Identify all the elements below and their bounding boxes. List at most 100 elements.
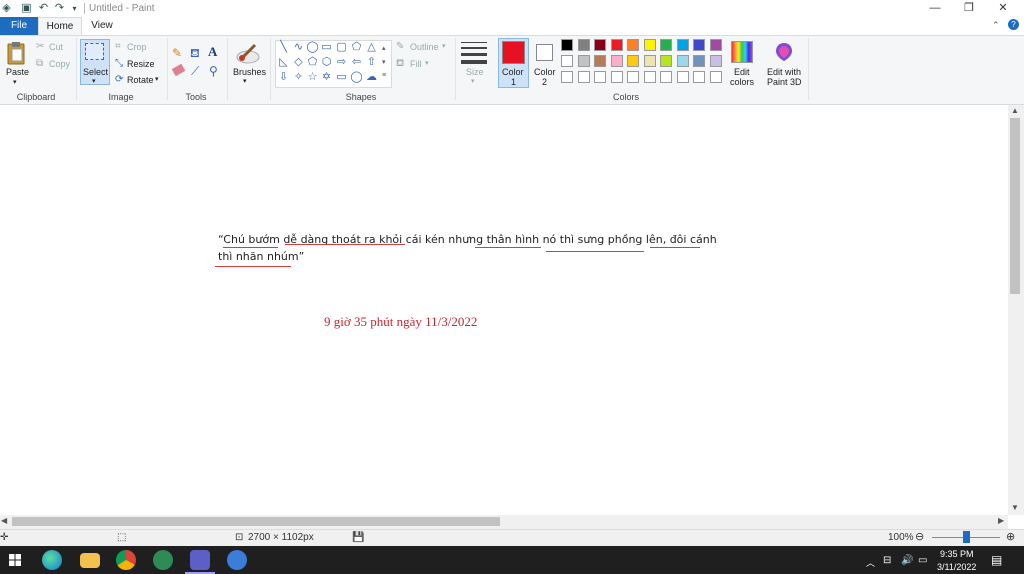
scroll-up-icon[interactable]: ▲ bbox=[1011, 106, 1019, 115]
palette-color-swatch[interactable] bbox=[561, 39, 573, 51]
paste-dropdown-icon[interactable]: ▾ bbox=[13, 78, 17, 86]
file-explorer-icon[interactable] bbox=[80, 553, 100, 568]
save-icon[interactable]: ▣ bbox=[20, 2, 33, 15]
redo-icon[interactable]: ↷ bbox=[53, 2, 66, 15]
palette-color-swatch[interactable] bbox=[643, 39, 656, 51]
shapes-expand-icon[interactable]: ≡ bbox=[382, 72, 386, 79]
edit-colors-label-2[interactable]: colors bbox=[730, 77, 754, 87]
rotate-button[interactable]: Rotate bbox=[127, 75, 154, 85]
paint-app-icon[interactable]: ◈ bbox=[0, 2, 13, 15]
down-arrow-shape-icon[interactable]: ⇩ bbox=[277, 71, 290, 84]
color2-swatch[interactable] bbox=[536, 44, 553, 61]
custom-color-slot[interactable] bbox=[627, 71, 639, 83]
custom-color-slot[interactable] bbox=[693, 71, 705, 83]
app-icon-green[interactable] bbox=[153, 550, 173, 570]
size-icon[interactable] bbox=[461, 42, 487, 64]
shapes-scroll-down-icon[interactable]: ▾ bbox=[382, 58, 386, 66]
palette-color-swatch[interactable] bbox=[577, 55, 590, 67]
taskbar-date[interactable]: 3/11/2022 bbox=[937, 562, 976, 572]
help-icon[interactable]: ? bbox=[1008, 19, 1019, 30]
vertical-scroll-thumb[interactable] bbox=[1010, 118, 1020, 294]
edit-paint3d-label-2[interactable]: Paint 3D bbox=[767, 77, 802, 87]
brushes-button[interactable]: Brushes bbox=[233, 67, 266, 77]
fill-bucket-icon[interactable]: ⛾ bbox=[190, 46, 200, 62]
palette-color-swatch[interactable] bbox=[709, 55, 722, 67]
taskbar-time[interactable]: 9:35 PM bbox=[940, 549, 974, 559]
pentagon-shape-icon[interactable]: ⬠ bbox=[306, 56, 319, 69]
copy-button[interactable]: Copy bbox=[49, 59, 70, 69]
pencil-icon[interactable]: ✎ bbox=[172, 46, 182, 60]
size-dropdown-icon[interactable]: ▾ bbox=[471, 77, 475, 85]
rounded-rectangle-shape-icon[interactable]: ▢ bbox=[335, 41, 348, 54]
up-arrow-shape-icon[interactable]: ⇧ bbox=[365, 56, 378, 69]
palette-color-swatch[interactable] bbox=[693, 39, 705, 51]
paint-taskbar-icon[interactable] bbox=[227, 550, 247, 570]
custom-color-slot[interactable] bbox=[660, 71, 672, 83]
five-point-star-shape-icon[interactable]: ☆ bbox=[306, 71, 319, 84]
palette-color-swatch[interactable] bbox=[660, 55, 672, 67]
six-point-star-shape-icon[interactable]: ✡ bbox=[320, 71, 333, 84]
custom-color-slot[interactable] bbox=[709, 71, 722, 83]
oval-shape-icon[interactable]: ◯ bbox=[306, 41, 319, 54]
scroll-right-icon[interactable]: ▶ bbox=[998, 516, 1004, 525]
color-picker-icon[interactable]: ⟋ bbox=[191, 64, 199, 79]
palette-color-swatch[interactable] bbox=[693, 55, 705, 67]
curve-shape-icon[interactable]: ∿ bbox=[292, 41, 305, 54]
scroll-down-icon[interactable]: ▼ bbox=[1011, 503, 1019, 512]
palette-color-swatch[interactable] bbox=[627, 55, 639, 67]
custom-color-slot[interactable] bbox=[610, 71, 623, 83]
custom-color-slot[interactable] bbox=[561, 71, 573, 83]
palette-color-swatch[interactable] bbox=[627, 39, 639, 51]
horizontal-scroll-thumb[interactable] bbox=[12, 517, 500, 526]
edge-browser-icon[interactable] bbox=[42, 550, 62, 570]
paint3d-icon[interactable] bbox=[774, 42, 794, 62]
callout-rect-shape-icon[interactable]: ▭ bbox=[335, 71, 348, 84]
outline-button[interactable]: Outline bbox=[410, 42, 439, 52]
palette-color-swatch[interactable] bbox=[610, 39, 623, 51]
collapse-ribbon-icon[interactable]: ⌃ bbox=[992, 20, 1000, 31]
left-arrow-shape-icon[interactable]: ⇦ bbox=[350, 56, 363, 69]
palette-color-swatch[interactable] bbox=[643, 55, 656, 67]
palette-color-swatch[interactable] bbox=[709, 39, 722, 51]
palette-color-swatch[interactable] bbox=[594, 39, 606, 51]
palette-color-swatch[interactable] bbox=[610, 55, 623, 67]
zoom-in-icon[interactable]: ⊕ bbox=[1006, 530, 1015, 543]
customize-quick-access-icon[interactable]: ▾ bbox=[68, 2, 81, 15]
select-dropdown-icon[interactable]: ▾ bbox=[92, 77, 96, 85]
edit-colors-label-1[interactable]: Edit bbox=[734, 67, 750, 77]
edit-colors-icon[interactable] bbox=[731, 41, 753, 63]
zoom-slider-thumb[interactable] bbox=[963, 531, 970, 543]
rotate-dropdown-icon[interactable]: ▾ bbox=[155, 75, 159, 83]
fill-dropdown-icon[interactable]: ▾ bbox=[425, 59, 429, 67]
undo-icon[interactable]: ↶ bbox=[37, 2, 50, 15]
palette-color-swatch[interactable] bbox=[561, 55, 573, 67]
palette-color-swatch[interactable] bbox=[594, 55, 606, 67]
polygon-shape-icon[interactable]: ⬠ bbox=[350, 41, 363, 54]
hexagon-shape-icon[interactable]: ⬡ bbox=[320, 56, 333, 69]
crop-button[interactable]: Crop bbox=[127, 42, 147, 52]
fill-button[interactable]: Fill bbox=[410, 59, 422, 69]
magnifier-icon[interactable]: ⚲ bbox=[209, 64, 218, 78]
rectangle-shape-icon[interactable]: ▭ bbox=[320, 41, 333, 54]
diamond-shape-icon[interactable]: ◇ bbox=[292, 56, 305, 69]
right-arrow-shape-icon[interactable]: ⇨ bbox=[335, 56, 348, 69]
show-hidden-icons-icon[interactable]: ︿ bbox=[866, 556, 875, 569]
resize-button[interactable]: Resize bbox=[127, 59, 155, 69]
teams-icon[interactable] bbox=[190, 550, 210, 570]
cut-button[interactable]: Cut bbox=[49, 42, 63, 52]
line-shape-icon[interactable]: ╲ bbox=[277, 41, 290, 54]
cloud-callout-shape-icon[interactable]: ☁ bbox=[365, 71, 378, 84]
palette-color-swatch[interactable] bbox=[676, 55, 689, 67]
minimize-button[interactable]: — bbox=[918, 0, 952, 17]
clipboard-icon[interactable] bbox=[6, 41, 26, 65]
tab-view[interactable]: View bbox=[82, 17, 122, 35]
edit-paint3d-label-1[interactable]: Edit with bbox=[767, 67, 801, 77]
zoom-out-icon[interactable]: ⊖ bbox=[915, 530, 924, 543]
chrome-browser-icon[interactable] bbox=[116, 550, 136, 570]
close-button[interactable]: ✕ bbox=[986, 0, 1020, 17]
notification-icon[interactable]: ▤ bbox=[991, 553, 1002, 567]
network-icon[interactable]: ⊟ bbox=[883, 555, 891, 566]
restore-button[interactable]: ❐ bbox=[952, 0, 986, 17]
outline-dropdown-icon[interactable]: ▾ bbox=[442, 42, 446, 50]
custom-color-slot[interactable] bbox=[577, 71, 590, 83]
